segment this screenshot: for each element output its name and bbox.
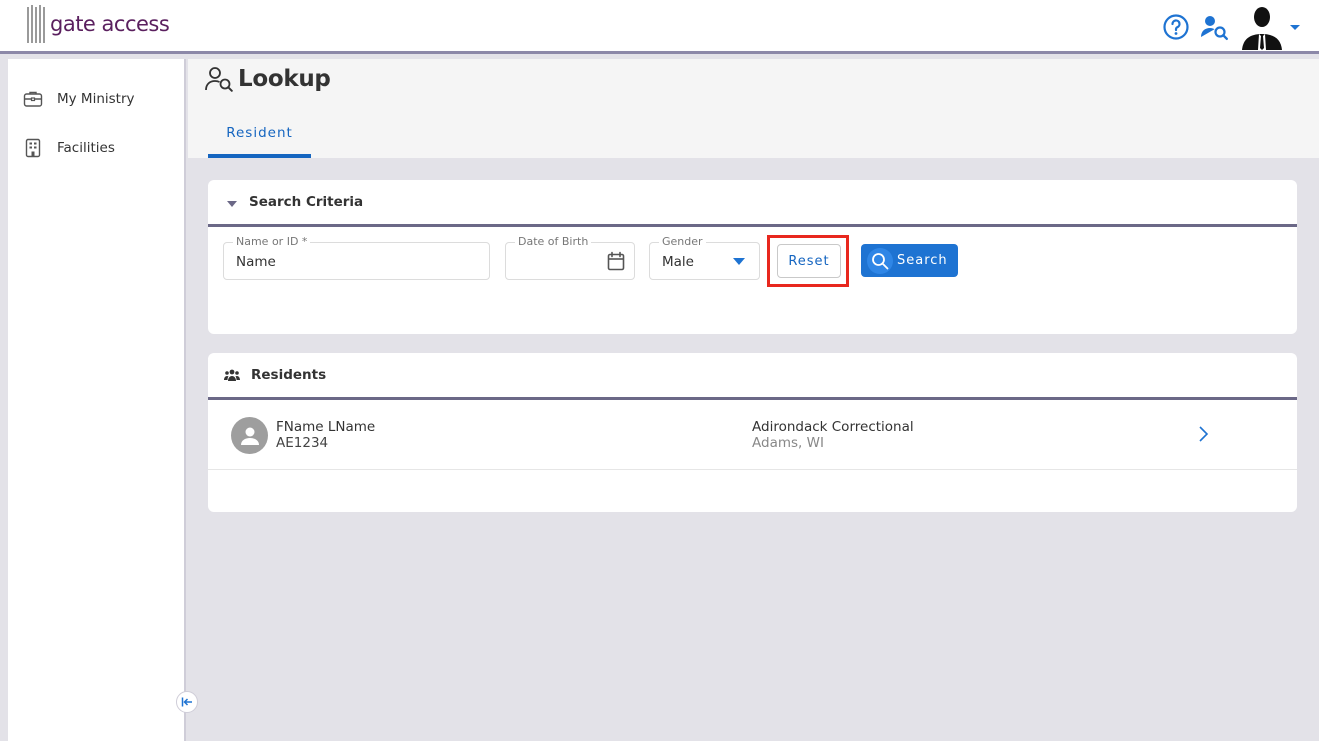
field-label: Name or ID *: [233, 235, 311, 248]
tab-resident[interactable]: Resident: [208, 114, 311, 158]
section-title: Search Criteria: [249, 194, 364, 210]
building-icon: [25, 138, 41, 158]
page-header: Lookup Resident: [188, 59, 1319, 158]
resident-location: Adams, WI: [752, 435, 824, 451]
tab-active-indicator: [208, 154, 311, 158]
date-of-birth-field[interactable]: Date of Birth: [505, 235, 635, 280]
gender-selected-value: Male: [662, 254, 694, 270]
sidebar-item-label: Facilities: [57, 140, 115, 156]
users-icon: [224, 369, 240, 381]
residents-header: Residents: [208, 353, 1297, 400]
sidebar: My Ministry Facilities: [8, 59, 198, 741]
collapse-left-icon: [181, 697, 192, 707]
name-or-id-input[interactable]: Name: [236, 254, 276, 270]
calendar-icon[interactable]: [607, 251, 625, 271]
search-button-label: Search: [897, 253, 948, 268]
search-criteria-card: Search Criteria Name or ID * Name Date o…: [208, 180, 1297, 334]
user-search-icon[interactable]: [1199, 13, 1229, 41]
logo-bars-icon: [27, 5, 47, 43]
collapse-sidebar-button[interactable]: [176, 691, 198, 713]
sidebar-item-label: My Ministry: [57, 91, 135, 107]
page-title-text: Lookup: [238, 66, 331, 92]
resident-name: FName LName: [276, 419, 376, 435]
reset-highlight-box: Reset: [767, 235, 849, 287]
top-icons: [1162, 4, 1301, 50]
help-circle-icon[interactable]: [1162, 13, 1190, 41]
person-icon: [240, 427, 259, 445]
sidebar-item-my-ministry[interactable]: My Ministry: [8, 84, 184, 114]
logo-text: gate access: [50, 12, 170, 36]
chevron-down-icon[interactable]: [1289, 22, 1301, 32]
briefcase-icon: [23, 91, 43, 107]
search-button[interactable]: Search: [861, 244, 958, 277]
sidebar-item-facilities[interactable]: Facilities: [8, 133, 184, 163]
user-avatar-icon[interactable]: [1239, 4, 1285, 50]
field-label: Date of Birth: [515, 235, 592, 248]
top-bar: gate access: [0, 0, 1319, 54]
avatar: [231, 417, 268, 454]
search-criteria-header[interactable]: Search Criteria: [208, 180, 1297, 227]
residents-card: Residents FName LName AE1234 Adirondack …: [208, 353, 1297, 512]
field-label: Gender: [659, 235, 706, 248]
reset-button[interactable]: Reset: [777, 244, 841, 278]
name-or-id-field[interactable]: Name or ID * Name: [223, 235, 490, 280]
chevron-right-icon[interactable]: [1196, 425, 1210, 443]
logo[interactable]: gate access: [27, 4, 170, 44]
page-title: Lookup: [204, 65, 331, 93]
section-title: Residents: [251, 367, 327, 383]
caret-down-icon: [227, 200, 237, 207]
tab-label: Resident: [226, 125, 293, 141]
search-icon: [867, 247, 893, 274]
resident-row[interactable]: FName LName AE1234 Adirondack Correction…: [208, 401, 1297, 470]
user-search-icon: [205, 67, 233, 92]
chevron-down-icon: [733, 258, 745, 265]
gender-select[interactable]: Gender Male: [649, 235, 760, 280]
resident-id: AE1234: [276, 435, 329, 451]
resident-facility: Adirondack Correctional: [752, 419, 914, 435]
